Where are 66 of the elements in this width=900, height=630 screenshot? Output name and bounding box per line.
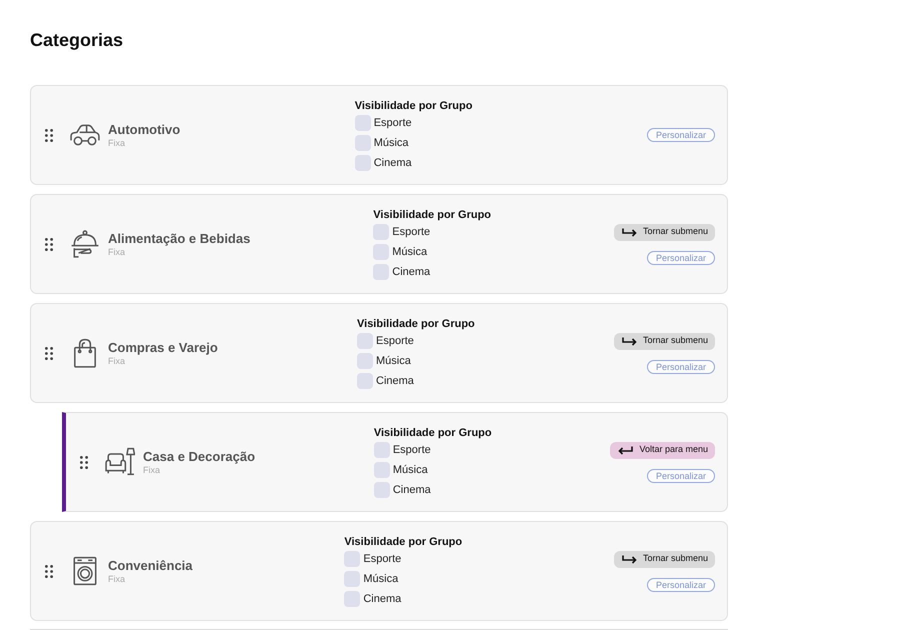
category-type: Fixa (108, 574, 126, 584)
armchair-lamp-icon (105, 447, 135, 477)
visibility-heading: Visibilidade por Grupo (373, 208, 492, 222)
checkbox-label: Cinema (376, 374, 414, 389)
checkbox-label: Esporte (374, 116, 412, 131)
checkbox[interactable] (374, 442, 390, 458)
drag-handle-icon[interactable] (45, 238, 53, 250)
category-name: Automotivo (108, 122, 180, 138)
category-name: Casa e Decoração (143, 448, 256, 464)
category-name: Alimentação e Bebidas (108, 230, 250, 246)
checkbox[interactable] (357, 373, 373, 389)
customize-button[interactable]: Personalizar (646, 578, 715, 592)
checkbox[interactable] (354, 135, 371, 151)
checkbox-label: Esporte (376, 334, 414, 349)
checkbox-label: Cinema (392, 483, 431, 498)
checkbox-label: Música (392, 245, 428, 260)
checkbox-label: Música (374, 136, 409, 151)
category-name: Conveniência (108, 558, 193, 574)
make-submenu-button[interactable]: Tornar submenu (614, 550, 715, 568)
category-type: Fixa (108, 246, 126, 258)
checkbox-label: Esporte (392, 225, 430, 240)
serving-cloche-icon (70, 229, 100, 259)
checkbox-label: Música (376, 354, 411, 369)
visibility-heading: Visibilidade por Grupo (344, 535, 462, 549)
drag-handle-icon[interactable] (80, 456, 88, 468)
checkbox-label: Cinema (374, 156, 412, 171)
checkbox-label: Música (363, 572, 398, 587)
drag-handle-icon[interactable] (45, 564, 53, 578)
category-name: Compras e Varejo (108, 340, 218, 356)
return-arrow-icon (618, 446, 634, 454)
checkbox[interactable] (344, 551, 360, 567)
page-title: Categorias (30, 29, 124, 52)
checkbox-label: Música (392, 463, 428, 478)
checkbox[interactable] (354, 115, 371, 131)
customize-button[interactable]: Personalizar (646, 468, 715, 482)
checkbox[interactable] (373, 264, 390, 280)
hook-arrow-icon (622, 228, 637, 236)
checkbox[interactable] (373, 244, 390, 260)
visibility-heading: Visibilidade por Grupo (357, 317, 475, 331)
category-type: Fixa (108, 356, 126, 366)
make-submenu-button[interactable]: Tornar submenu (614, 332, 715, 350)
checkbox[interactable] (344, 591, 360, 607)
hook-arrow-icon (622, 336, 637, 346)
customize-button[interactable]: Personalizar (646, 360, 715, 374)
drag-handle-icon[interactable] (45, 128, 53, 142)
drag-handle-icon[interactable] (45, 346, 53, 360)
checkbox-label: Esporte (363, 552, 402, 567)
checkbox-label: Esporte (392, 443, 431, 458)
checkbox[interactable] (357, 333, 373, 349)
checkbox[interactable] (373, 224, 390, 240)
customize-button[interactable]: Personalizar (646, 128, 715, 142)
checkbox[interactable] (357, 353, 373, 369)
checkbox[interactable] (374, 482, 390, 498)
checkbox[interactable] (344, 571, 360, 587)
make-submenu-button[interactable]: Tornar submenu (614, 224, 715, 240)
visibility-heading: Visibilidade por Grupo (374, 426, 492, 440)
category-type: Fixa (143, 464, 162, 476)
back-to-menu-button[interactable]: Voltar para menu (610, 442, 715, 458)
visibility-heading: Visibilidade por Grupo (354, 99, 472, 113)
category-type: Fixa (108, 138, 126, 148)
customize-button[interactable]: Personalizar (646, 250, 715, 264)
checkbox-label: Cinema (392, 265, 430, 280)
checkbox[interactable] (374, 462, 390, 478)
hook-arrow-icon (622, 554, 637, 564)
checkbox[interactable] (354, 155, 371, 171)
checkbox-label: Cinema (363, 592, 402, 607)
